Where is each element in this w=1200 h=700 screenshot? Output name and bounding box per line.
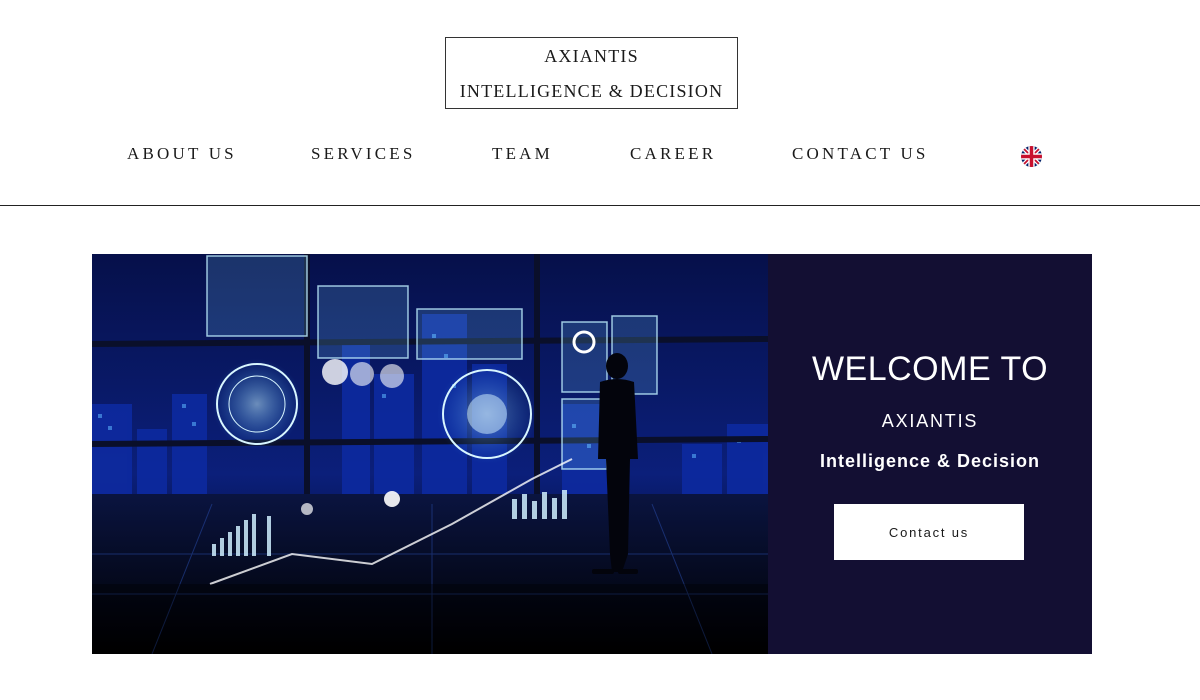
hero-brand: AXIANTIS [881, 411, 979, 431]
nav-contact-us[interactable]: CONTACT US [792, 144, 929, 164]
header-divider [0, 205, 1200, 206]
hero-panel: WELCOME TO AXIANTIS Intelligence & Decis… [768, 254, 1092, 654]
nav-services[interactable]: SERVICES [311, 144, 416, 164]
welcome-heading: WELCOME TO [811, 350, 1049, 388]
nav-team[interactable]: TEAM [492, 144, 553, 164]
contact-us-button[interactable]: Contact us [834, 504, 1024, 560]
logo-title: AXIANTIS [544, 46, 639, 66]
main-nav: ABOUT US SERVICES TEAM CAREER CONTACT US [0, 144, 1200, 170]
uk-flag-icon[interactable] [1021, 146, 1042, 167]
logo-subtitle: INTELLIGENCE & DECISION [459, 81, 724, 101]
nav-about-us[interactable]: ABOUT US [127, 144, 237, 164]
site-logo[interactable]: AXIANTIS INTELLIGENCE & DECISION [445, 37, 738, 109]
hero-tagline: Intelligence & Decision [819, 451, 1041, 471]
nav-career[interactable]: CAREER [630, 144, 716, 164]
hero-image [92, 254, 768, 654]
